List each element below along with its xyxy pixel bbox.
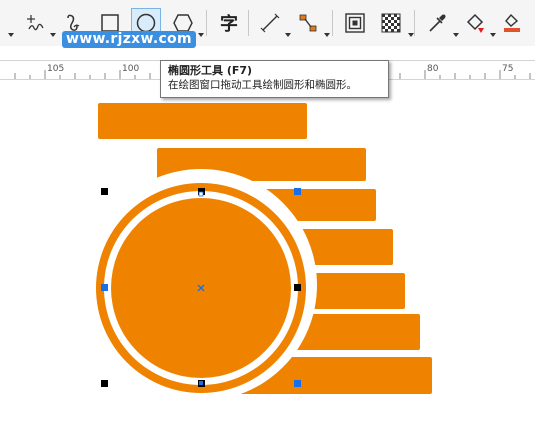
flyout-caret[interactable] <box>50 33 56 37</box>
toolbar-separator <box>248 10 249 36</box>
eyedropper-icon <box>429 14 446 32</box>
ruler-label: 100 <box>122 64 140 74</box>
flyout-caret[interactable] <box>324 33 330 37</box>
node-marker[interactable] <box>198 191 204 197</box>
toolbar-separator <box>206 10 207 36</box>
toolbar-separator <box>332 10 333 36</box>
selection-handle[interactable] <box>294 188 301 195</box>
flyout-caret[interactable] <box>490 33 496 37</box>
flyout-caret[interactable] <box>198 33 204 37</box>
smart-fill-icon <box>504 13 520 32</box>
eyedropper-tool[interactable] <box>422 8 452 38</box>
selection-handle[interactable] <box>101 284 108 291</box>
ruler-label: 105 <box>47 64 65 74</box>
watermark: www.rjzxw.com <box>62 31 196 48</box>
parallel-dimension-tool[interactable] <box>255 8 285 38</box>
orange-bar[interactable] <box>98 103 307 139</box>
selection-handle[interactable] <box>294 380 301 387</box>
node-marker[interactable] <box>199 381 203 385</box>
text-icon: 字 <box>220 14 238 35</box>
dimension-icon <box>260 13 280 33</box>
text-tool[interactable]: 字 <box>214 8 244 38</box>
ruler-label: 80 <box>427 64 439 74</box>
selection-handle[interactable] <box>101 188 108 195</box>
selection-handle[interactable] <box>101 380 108 387</box>
flyout-caret[interactable] <box>453 33 459 37</box>
flyout-caret[interactable] <box>8 33 14 37</box>
tooltip-title: 椭圆形工具 (F7) <box>168 64 253 77</box>
transparency-tool[interactable] <box>376 8 406 38</box>
contour-tool[interactable] <box>340 8 370 38</box>
toolbar-separator <box>414 10 415 36</box>
fill-bucket-icon <box>466 13 484 33</box>
ruler-label: 75 <box>502 64 514 74</box>
interactive-fill-tool[interactable] <box>460 8 490 38</box>
flyout-caret[interactable] <box>285 33 291 37</box>
connector-tool[interactable] <box>293 8 323 38</box>
freehand-tool[interactable] <box>20 8 50 38</box>
ellipse-tool-tooltip: 椭圆形工具 (F7) 在绘图窗口拖动工具绘制圆形和椭圆形。 <box>160 60 389 98</box>
contour-icon <box>345 13 365 33</box>
smart-fill-tool[interactable] <box>497 8 527 38</box>
freehand-icon <box>27 15 44 31</box>
transparency-icon <box>381 13 401 33</box>
toolbox: 字 www.rjzxw.com <box>0 0 535 48</box>
selection-handle[interactable] <box>294 284 301 291</box>
tooltip-description: 在绘图窗口拖动工具绘制圆形和椭圆形。 <box>168 79 357 91</box>
drawing-canvas[interactable] <box>0 80 535 425</box>
connector-icon <box>299 14 317 32</box>
